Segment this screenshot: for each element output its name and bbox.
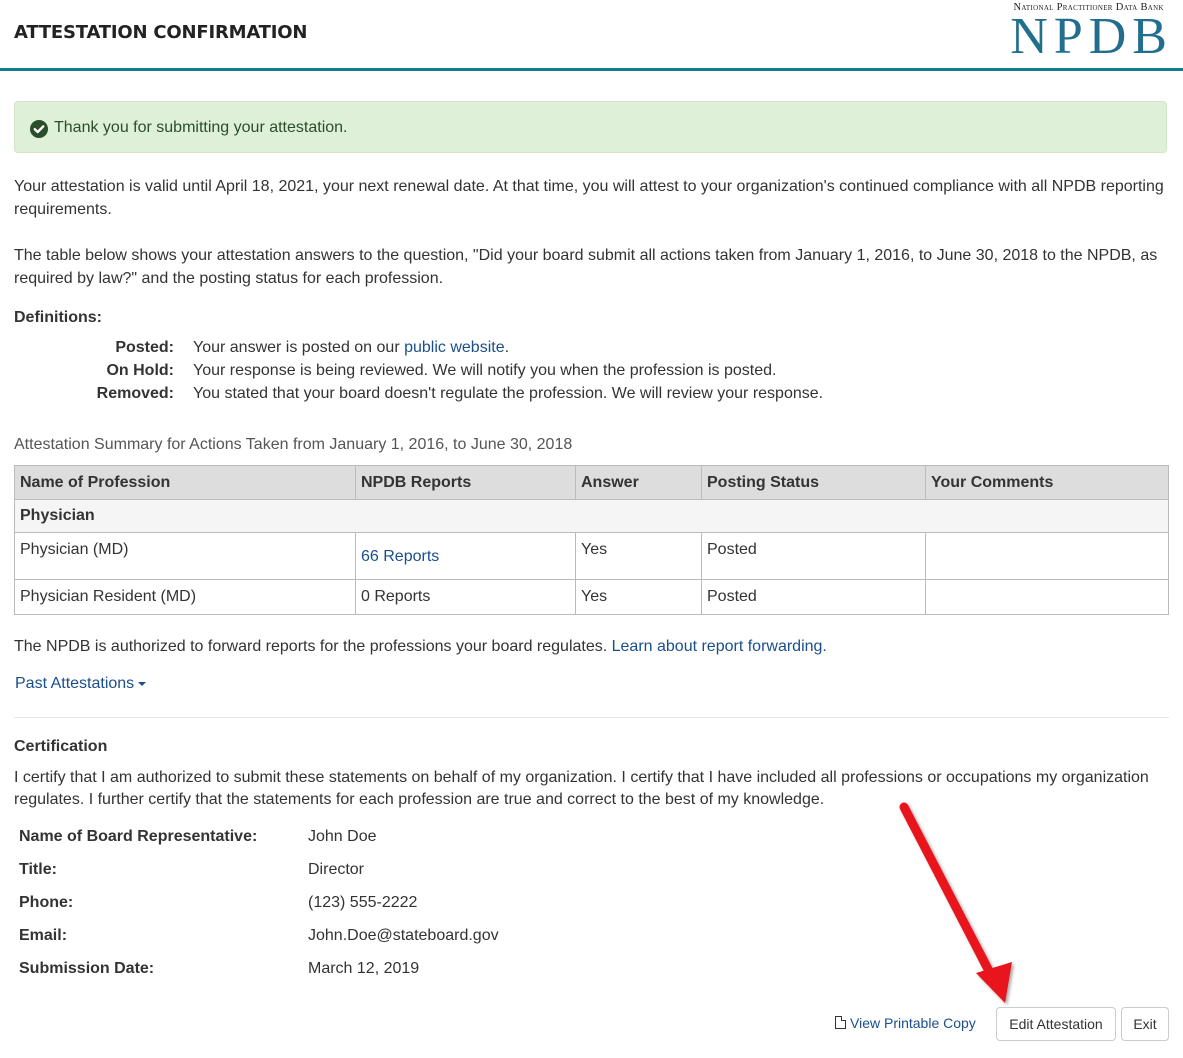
field-value: Director	[308, 861, 365, 878]
column-header: Answer	[575, 465, 702, 500]
profession-cell: Physician Resident (MD)	[14, 579, 356, 615]
reports-cell: 0 Reports	[355, 579, 576, 615]
table-caption: Attestation Summary for Actions Taken fr…	[14, 436, 573, 453]
print-link-label: View Printable Copy	[850, 1015, 976, 1031]
edit-attestation-button[interactable]: Edit Attestation	[996, 1007, 1116, 1041]
pdf-file-icon	[835, 1016, 846, 1029]
comments-cell	[925, 579, 1169, 615]
answer-cell: Yes	[575, 532, 702, 580]
definition-posted: Posted: Your answer is posted on our pub…	[14, 339, 1114, 362]
title-row: Title: Director	[19, 861, 619, 883]
column-header: Name of Profession	[14, 465, 356, 500]
definition-desc: Your answer is posted on our public webs…	[193, 339, 509, 357]
annotation-arrow-icon	[899, 802, 1012, 1003]
logo-text: NPDB	[1010, 8, 1173, 65]
comments-cell	[925, 532, 1169, 580]
validity-paragraph: Your attestation is valid until April 18…	[14, 178, 1164, 218]
caret-down-icon	[138, 681, 147, 686]
definition-desc: You stated that your board doesn't regul…	[193, 385, 824, 402]
definition-term: Posted:	[115, 339, 174, 356]
answer-cell: Yes	[575, 579, 702, 615]
table-row: Physician Resident (MD) 0 Reports Yes Po…	[14, 579, 1169, 615]
certification-statement: I certify that I am authorized to submit…	[14, 769, 1149, 808]
column-header: Posting Status	[701, 465, 926, 500]
field-label: Title:	[19, 861, 57, 878]
definition-on-hold: On Hold: Your response is being reviewed…	[14, 362, 1114, 385]
phone-row: Phone: (123) 555-2222	[19, 894, 619, 916]
reports-cell: 66 Reports	[355, 532, 576, 580]
attestation-summary-table: Name of Profession NPDB Reports Answer P…	[14, 465, 1169, 615]
field-label: Submission Date:	[19, 960, 155, 977]
exit-button[interactable]: Exit	[1121, 1007, 1169, 1041]
section-divider	[14, 717, 1169, 718]
field-value: John Doe	[308, 828, 377, 845]
past-attestations-label: Past Attestations	[15, 675, 135, 692]
definition-text: Your answer is posted on our	[193, 339, 405, 356]
definition-term: On Hold:	[106, 362, 174, 379]
profession-cell: Physician (MD)	[14, 532, 356, 580]
definition-removed: Removed: You stated that your board does…	[14, 385, 1114, 408]
page-title: ATTESTATION CONFIRMATION	[14, 22, 308, 43]
view-printable-copy-link[interactable]: View Printable Copy	[835, 1015, 976, 1031]
report-forwarding-link[interactable]: Learn about report forwarding.	[612, 638, 827, 655]
public-website-link[interactable]: public website	[404, 339, 505, 356]
table-row: Physician (MD) 66 Reports Yes Posted	[14, 532, 1169, 580]
field-label: Email:	[19, 927, 68, 944]
npdb-logo: National Practitioner Data Bank NPDB	[1010, 2, 1167, 63]
table-group-row: Physician	[14, 499, 1169, 533]
definition-desc: Your response is being reviewed. We will…	[193, 362, 777, 379]
definition-term: Removed:	[96, 385, 174, 402]
table-explanation-paragraph: The table below shows your attestation a…	[14, 247, 1158, 287]
submission-date-row: Submission Date: March 12, 2019	[19, 960, 619, 982]
forwarding-paragraph: The NPDB is authorized to forward report…	[14, 635, 1169, 658]
alert-message: Thank you for submitting your attestatio…	[54, 119, 348, 136]
representative-name-row: Name of Board Representative: John Doe	[19, 828, 619, 850]
page-header: ATTESTATION CONFIRMATION National Practi…	[0, 0, 1183, 71]
forwarding-text: The NPDB is authorized to forward report…	[14, 638, 612, 655]
column-header: NPDB Reports	[355, 465, 576, 500]
field-label: Name of Board Representative:	[19, 828, 258, 845]
check-circle-icon	[30, 120, 48, 138]
status-cell: Posted	[701, 579, 926, 615]
definition-text-end: .	[504, 339, 510, 356]
past-attestations-dropdown[interactable]: Past Attestations	[15, 675, 147, 693]
column-header: Your Comments	[925, 465, 1169, 500]
table-header-row: Name of Profession NPDB Reports Answer P…	[14, 465, 1169, 500]
email-row: Email: John.Doe@stateboard.gov	[19, 927, 619, 949]
field-value: John.Doe@stateboard.gov	[308, 927, 499, 944]
field-value: (123) 555-2222	[308, 894, 418, 911]
field-value: March 12, 2019	[308, 960, 420, 977]
status-cell: Posted	[701, 532, 926, 580]
reports-link[interactable]: 66 Reports	[361, 548, 439, 566]
field-label: Phone:	[19, 894, 74, 911]
definitions-title: Definitions:	[14, 309, 102, 326]
group-label: Physician	[14, 499, 1169, 533]
certification-title: Certification	[14, 738, 108, 755]
success-alert: Thank you for submitting your attestatio…	[14, 101, 1167, 153]
